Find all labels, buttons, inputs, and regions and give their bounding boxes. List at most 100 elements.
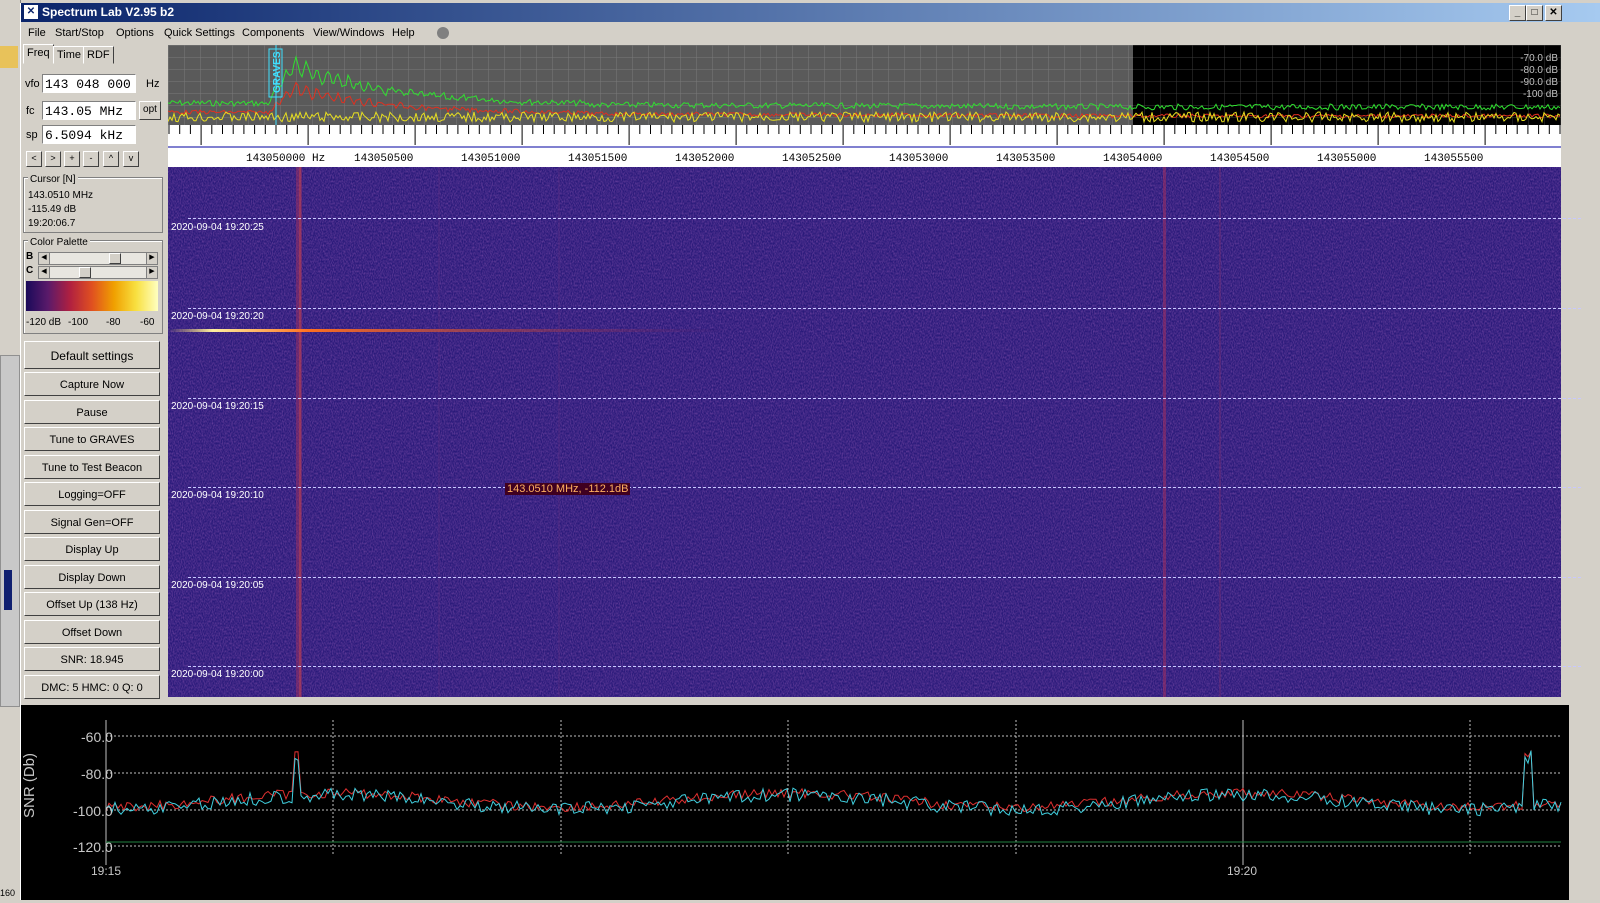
desktop-corner-number: 160 [0, 888, 16, 898]
palette-group: Color Palette B ◀ ▶ C ◀ ▶ -120 dB -100 -… [23, 237, 163, 334]
opt-button[interactable]: opt [139, 101, 161, 120]
db-label-90: -90.0 dB [1520, 77, 1558, 88]
arrow-right-icon[interactable]: ▶ [146, 267, 157, 278]
menu-options[interactable]: Options [116, 27, 154, 39]
freq-tick-label: 143051000 [461, 153, 521, 165]
background-window-bar [4, 570, 12, 610]
offset-up-button[interactable]: Offset Up (138 Hz) [24, 592, 160, 616]
zoom-in-button[interactable]: + [64, 151, 80, 167]
background-window [0, 355, 20, 707]
waterfall-timestamp: 2020-09-04 19:20:25 [171, 222, 264, 233]
snr-y-label: SNR (Db) [21, 752, 38, 818]
capture-now-button[interactable]: Capture Now [24, 372, 160, 396]
default-settings-button[interactable]: Default settings [24, 341, 160, 369]
db-label-80: -80.0 dB [1520, 65, 1558, 76]
contrast-thumb[interactable] [79, 267, 91, 278]
close-button[interactable]: ✕ [1545, 5, 1562, 21]
waterfall-display[interactable] [168, 167, 1561, 697]
freq-tick-label: 143052500 [782, 153, 842, 165]
snr-y-tick: -60.0 [81, 729, 113, 745]
brightness-slider[interactable]: ◀ ▶ [38, 252, 158, 265]
menu-components[interactable]: Components [242, 27, 304, 39]
brightness-label: B [26, 251, 34, 262]
tab-rdf[interactable]: RDF [83, 46, 114, 64]
record-indicator-icon[interactable] [437, 27, 449, 39]
dmc-button[interactable]: DMC: 5 HMC: 0 Q: 0 [24, 675, 160, 699]
freq-tick-label: 143054500 [1210, 153, 1270, 165]
spectrum-plot[interactable]: GRAVES -70.0 dB -80.0 dB -90.0 dB -100 d… [168, 45, 1561, 125]
time-gridline [188, 308, 1581, 309]
snr-graph [105, 720, 1562, 865]
app-icon: ✕ [24, 5, 38, 19]
menu-view-windows[interactable]: View/Windows [313, 27, 384, 39]
window-title: Spectrum Lab V2.95 b2 [42, 5, 175, 19]
nav-right-button[interactable]: > [45, 151, 61, 167]
brightness-thumb[interactable] [109, 253, 121, 264]
vfo-label: vfo [25, 78, 40, 90]
time-gridline [188, 577, 1581, 578]
snr-x-tick: 19:15 [91, 864, 122, 878]
minimize-button[interactable]: _ [1509, 5, 1526, 21]
signal-gen-button[interactable]: Signal Gen=OFF [24, 510, 160, 534]
arrow-right-icon[interactable]: ▶ [146, 253, 157, 264]
tune-test-beacon-button[interactable]: Tune to Test Beacon [24, 455, 160, 479]
snr-cyan-trace [105, 750, 1562, 817]
waterfall-image [168, 167, 1561, 697]
freq-tick-label: 143053000 [889, 153, 949, 165]
maximize-button[interactable]: □ [1526, 5, 1543, 21]
contrast-label: C [26, 265, 34, 276]
freq-tick-label: 143055500 [1424, 153, 1484, 165]
palette-scale-min: -120 dB [26, 317, 62, 328]
time-gridline [188, 666, 1581, 667]
freq-tick-label: 143050000 Hz [246, 153, 326, 165]
snr-button[interactable]: SNR: 18.945 [24, 647, 160, 671]
freq-tick-label: 143051500 [568, 153, 628, 165]
fc-label: fc [26, 105, 35, 117]
fc-input[interactable]: 143.05 MHz [42, 101, 136, 120]
waterfall-timestamp: 2020-09-04 19:20:10 [171, 490, 264, 501]
spectrum-graph [168, 45, 1561, 125]
db-label-70: -70.0 dB [1520, 53, 1558, 64]
logging-button[interactable]: Logging=OFF [24, 482, 160, 506]
arrow-left-icon[interactable]: ◀ [39, 267, 50, 278]
offset-down-button[interactable]: Offset Down [24, 620, 160, 644]
menu-quick-settings[interactable]: Quick Settings [164, 27, 235, 39]
cursor-freq: 143.0510 MHz [28, 190, 94, 201]
folder-icon [0, 46, 18, 68]
tune-graves-button[interactable]: Tune to GRAVES [24, 427, 160, 451]
nav-left-button[interactable]: < [26, 151, 42, 167]
cursor-level: -115.49 dB [28, 204, 77, 215]
freq-tick-label: 143052000 [675, 153, 735, 165]
graves-marker-label: GRAVES [272, 51, 283, 94]
title-bar[interactable]: ✕ Spectrum Lab V2.95 b2 _ □ ✕ [21, 3, 1600, 22]
display-down-button[interactable]: Display Down [24, 565, 160, 589]
palette-scale-80: -80 [106, 317, 121, 328]
menu-file[interactable]: File [28, 27, 46, 39]
freq-tick-label: 143054000 [1103, 153, 1163, 165]
vfo-unit: Hz [146, 78, 160, 90]
waterfall-timestamp: 2020-09-04 19:20:05 [171, 580, 264, 591]
nav-down-button[interactable]: v [123, 151, 139, 167]
snr-plot[interactable] [21, 705, 1569, 900]
menu-bar: File Start/Stop Options Quick Settings C… [21, 23, 1600, 43]
menu-help[interactable]: Help [392, 27, 415, 39]
zoom-out-button[interactable]: - [83, 151, 99, 167]
sp-input[interactable]: 6.5094 kHz [42, 125, 136, 144]
palette-scale-60: -60 [140, 317, 155, 328]
display-up-button[interactable]: Display Up [24, 537, 160, 561]
meteor-echo-trace [168, 329, 728, 332]
contrast-slider[interactable]: ◀ ▶ [38, 266, 158, 279]
snr-red-trace [105, 749, 1562, 813]
tab-time[interactable]: Time [53, 46, 86, 64]
pause-button[interactable]: Pause [24, 400, 160, 424]
tab-freq[interactable]: Freq [23, 44, 54, 64]
menu-start-stop[interactable]: Start/Stop [55, 27, 104, 39]
snr-y-tick: -80.0 [81, 766, 113, 782]
snr-y-tick: -120.0 [73, 839, 113, 855]
arrow-left-icon[interactable]: ◀ [39, 253, 50, 264]
cursor-readout: 143.0510 MHz, -112.1dB [505, 483, 631, 495]
snr-x-tick: 19:20 [1227, 864, 1258, 878]
vfo-input[interactable]: 143 048 000 [42, 74, 136, 93]
time-gridline [188, 218, 1581, 219]
nav-up-button[interactable]: ^ [103, 151, 119, 167]
